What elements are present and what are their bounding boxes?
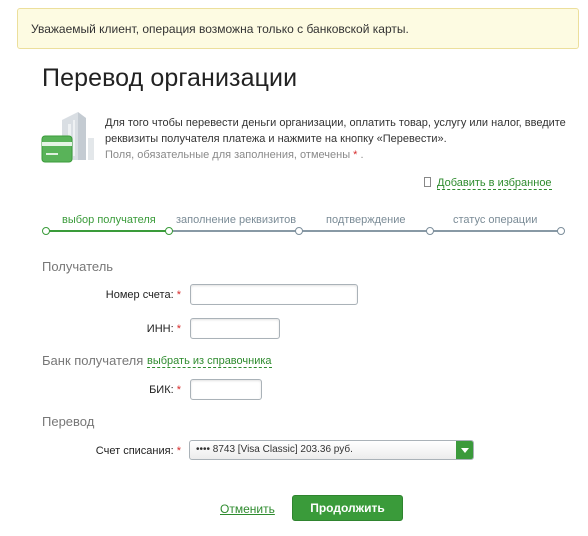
inn-input[interactable] [190,318,280,339]
intro-text: Для того чтобы перевести деньги организа… [105,115,575,163]
section-recipient-bank: Банк получателя [42,353,144,368]
notice-banner: Уважаемый клиент, операция возможна толь… [17,8,579,49]
step-label-confirmation: подтверждение [326,214,406,226]
add-to-favorites-link[interactable]: Добавить в избранное [424,177,552,190]
required-star: * [353,149,358,161]
account-number-input[interactable] [190,284,358,305]
bookmark-icon [424,177,431,187]
page-title: Перевод организации [42,64,298,92]
add-to-favorites-label: Добавить в избранное [437,177,552,190]
chevron-down-icon[interactable] [456,441,473,459]
bik-input[interactable] [190,379,262,400]
section-recipient: Получатель [42,259,114,274]
step-label-select-recipient: выбор получателя [62,214,156,226]
inn-label: ИНН: * [146,323,181,335]
step-dot-3 [295,227,303,235]
account-number-label: Номер счета: * [105,289,181,301]
intro-description: Для того чтобы перевести деньги организа… [105,117,566,145]
step-label-status: статус операции [453,214,538,226]
debit-account-select[interactable]: •••• 8743 [Visa Classic] 203.36 руб. [189,440,474,460]
continue-button[interactable]: Продолжить [292,495,403,521]
step-dot-1 [42,227,50,235]
building-card-illustration-icon [41,112,94,163]
step-dot-4 [426,227,434,235]
step-dot-2 [165,227,173,235]
step-label-fill-details: заполнение реквизитов [176,214,297,226]
step-progress-done [46,230,169,232]
choose-from-directory-link[interactable]: выбрать из справочника [147,355,272,368]
cancel-link[interactable]: Отменить [220,502,275,516]
section-transfer: Перевод [42,414,95,429]
debit-account-label: Счет списания: * [95,445,181,457]
step-dot-5 [557,227,565,235]
step-progress-track [169,230,561,232]
required-note: Поля, обязательные для заполнения, отмеч… [105,149,364,161]
bik-label: БИК: * [149,384,181,396]
